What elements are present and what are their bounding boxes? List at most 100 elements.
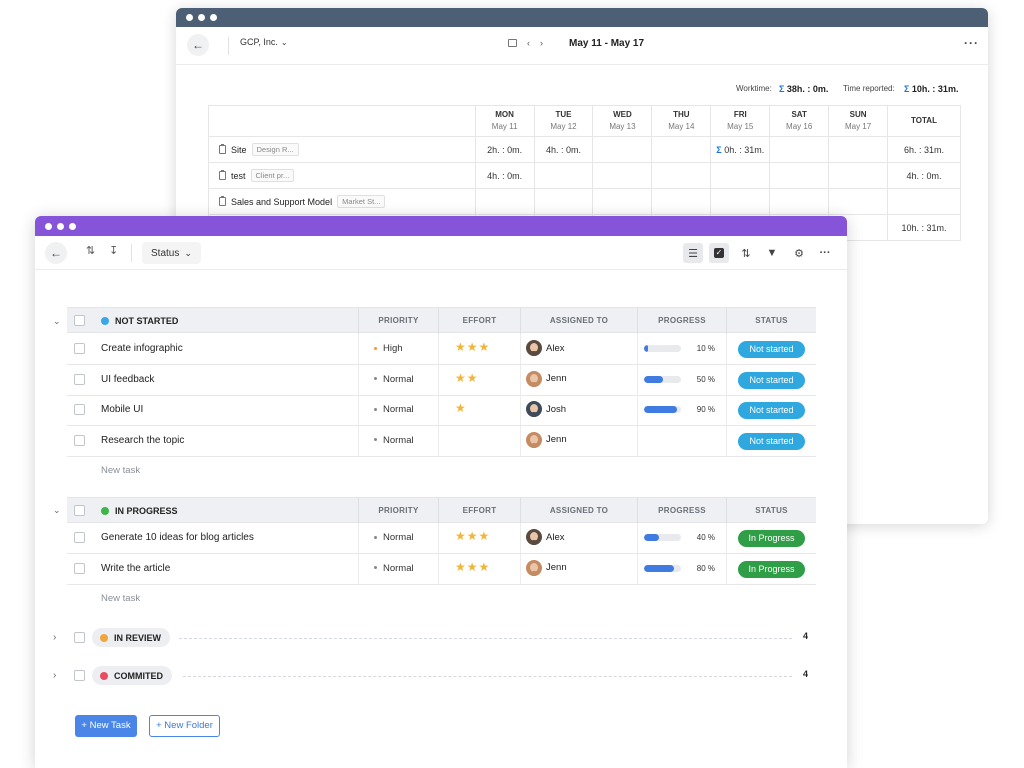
task-checkbox[interactable] bbox=[74, 532, 85, 543]
back-arrow-icon[interactable]: ← bbox=[187, 34, 209, 56]
status-badge[interactable]: Not started bbox=[738, 432, 805, 450]
project-name[interactable]: Sales and Support Model bbox=[231, 197, 332, 207]
task-name[interactable]: Create infographic bbox=[101, 343, 183, 354]
checkbox-toggle-icon[interactable]: ✓ bbox=[709, 243, 729, 263]
group-select-checkbox[interactable] bbox=[74, 670, 85, 681]
sort-icon[interactable]: ⇅ bbox=[736, 243, 756, 263]
chevron-right-icon[interactable]: › bbox=[540, 38, 543, 48]
task-row[interactable]: Create infographic High ★★★ Alex 10 % Not sta… bbox=[67, 334, 816, 365]
effort-cell[interactable] bbox=[438, 425, 520, 456]
chevron-down-icon[interactable]: ⌄ bbox=[53, 505, 61, 516]
time-cell[interactable] bbox=[828, 188, 889, 215]
time-cell[interactable] bbox=[533, 188, 594, 215]
column-header-priority[interactable]: PRIORITY bbox=[358, 308, 438, 334]
assignee-name: Josh bbox=[546, 403, 567, 415]
column-header-assigned[interactable]: ASSIGNED TO bbox=[520, 498, 637, 524]
column-header-progress[interactable]: PROGRESS bbox=[637, 308, 726, 334]
column-header-assigned[interactable]: ASSIGNED TO bbox=[520, 308, 637, 334]
task-name[interactable]: UI feedback bbox=[101, 374, 154, 385]
task-row[interactable]: UI feedback Normal ★★ Jenn 50 % Not started bbox=[67, 364, 816, 396]
time-value: 0h. : 31m. bbox=[724, 144, 765, 155]
time-cell[interactable] bbox=[769, 162, 830, 189]
project-name[interactable]: test bbox=[231, 171, 246, 181]
calendar-icon[interactable] bbox=[508, 39, 517, 47]
more-options-icon[interactable]: ··· bbox=[815, 243, 835, 263]
avatar bbox=[526, 529, 542, 545]
time-cell[interactable] bbox=[710, 188, 771, 215]
time-cell[interactable] bbox=[651, 136, 712, 163]
column-header-status[interactable]: STATUS bbox=[726, 308, 816, 334]
time-cell[interactable]: 4h. : 0m. bbox=[533, 136, 594, 163]
group-select-checkbox[interactable] bbox=[74, 505, 85, 516]
time-cell[interactable] bbox=[592, 188, 653, 215]
new-task-link[interactable]: New task bbox=[101, 465, 140, 476]
company-selector[interactable]: GCP, Inc. ⌄ bbox=[240, 37, 288, 47]
status-badge[interactable]: Not started bbox=[738, 341, 805, 358]
status-groupby-dropdown[interactable]: Status ⌄ bbox=[142, 242, 201, 264]
time-cell[interactable]: Σ 0h. : 31m. bbox=[710, 136, 771, 163]
time-cell[interactable]: 2h. : 0m. bbox=[474, 136, 535, 163]
time-cell[interactable] bbox=[769, 188, 830, 215]
time-cell[interactable] bbox=[769, 136, 830, 163]
effort-cell[interactable] bbox=[438, 364, 520, 395]
time-cell[interactable] bbox=[828, 162, 889, 189]
task-row[interactable]: Write the article Normal ★★★ Jenn 80 % In Pro… bbox=[67, 553, 816, 585]
chevron-left-icon[interactable]: ‹ bbox=[527, 38, 530, 48]
time-cell[interactable] bbox=[474, 188, 535, 215]
column-header-priority[interactable]: PRIORITY bbox=[358, 498, 438, 524]
time-cell[interactable] bbox=[651, 188, 712, 215]
window-controls[interactable] bbox=[186, 14, 217, 21]
task-name[interactable]: Write the article bbox=[101, 563, 170, 574]
assignee: Jenn bbox=[526, 370, 567, 387]
chevron-right-icon[interactable]: › bbox=[53, 670, 56, 681]
task-checkbox[interactable] bbox=[74, 404, 85, 415]
list-view-icon[interactable]: ☰ bbox=[683, 243, 703, 263]
status-badge[interactable]: In Progress bbox=[738, 530, 805, 547]
time-cell[interactable] bbox=[592, 162, 653, 189]
settings-gear-icon[interactable]: ⚙ bbox=[789, 243, 809, 263]
more-options-icon[interactable]: ··· bbox=[964, 36, 979, 50]
sigma-icon: Σ bbox=[904, 84, 910, 94]
time-cell[interactable] bbox=[710, 162, 771, 189]
task-checkbox[interactable] bbox=[74, 343, 85, 354]
new-task-link[interactable]: New task bbox=[101, 593, 140, 604]
task-name[interactable]: Research the topic bbox=[101, 435, 184, 446]
new-task-button[interactable]: + New Task bbox=[75, 715, 137, 737]
chevron-down-icon[interactable]: ⌄ bbox=[53, 316, 61, 327]
group-commited[interactable]: COMMITED 4 bbox=[67, 664, 816, 688]
task-checkbox[interactable] bbox=[74, 373, 85, 385]
column-header-effort[interactable]: EFFORT bbox=[438, 308, 520, 334]
time-cell[interactable] bbox=[828, 136, 889, 163]
group-select-checkbox[interactable] bbox=[74, 632, 85, 643]
task-checkbox[interactable] bbox=[74, 562, 85, 574]
task-name[interactable]: Generate 10 ideas for blog articles bbox=[101, 532, 254, 543]
status-badge[interactable]: Not started bbox=[738, 371, 805, 389]
effort-stars-icon: ★ bbox=[455, 401, 467, 415]
window-controls[interactable] bbox=[45, 223, 76, 230]
task-row[interactable]: Generate 10 ideas for blog articles Norma… bbox=[67, 523, 816, 554]
expand-all-icon[interactable]: ↧ bbox=[109, 244, 118, 257]
back-arrow-icon[interactable]: ← bbox=[45, 242, 67, 264]
group-in-review[interactable]: IN REVIEW 4 bbox=[67, 626, 816, 650]
status-badge[interactable]: Not started bbox=[738, 402, 805, 419]
project-name[interactable]: Site bbox=[231, 145, 247, 155]
task-name[interactable]: Mobile UI bbox=[101, 404, 143, 415]
new-folder-button[interactable]: + New Folder bbox=[149, 715, 220, 737]
column-header-status[interactable]: STATUS bbox=[726, 498, 816, 524]
filter-icon[interactable]: ▼ bbox=[762, 243, 782, 263]
task-checkbox[interactable] bbox=[74, 434, 85, 446]
column-header-progress[interactable]: PROGRESS bbox=[637, 498, 726, 524]
time-cell[interactable] bbox=[592, 136, 653, 163]
avatar bbox=[526, 431, 542, 448]
effort-cell[interactable] bbox=[438, 395, 520, 425]
task-row[interactable]: Research the topic Normal Jenn Not started bbox=[67, 425, 816, 457]
time-cell[interactable]: 4h. : 0m. bbox=[474, 162, 535, 189]
chevron-right-icon[interactable]: › bbox=[53, 632, 56, 643]
group-select-checkbox[interactable] bbox=[74, 315, 85, 326]
status-badge[interactable]: In Progress bbox=[738, 560, 805, 578]
collapse-all-icon[interactable]: ⇅ bbox=[86, 244, 95, 257]
time-cell[interactable] bbox=[533, 162, 594, 189]
time-cell[interactable] bbox=[651, 162, 712, 189]
task-row[interactable]: Mobile UI Normal ★ Josh 90 % Not started bbox=[67, 395, 816, 426]
column-header-effort[interactable]: EFFORT bbox=[438, 498, 520, 524]
